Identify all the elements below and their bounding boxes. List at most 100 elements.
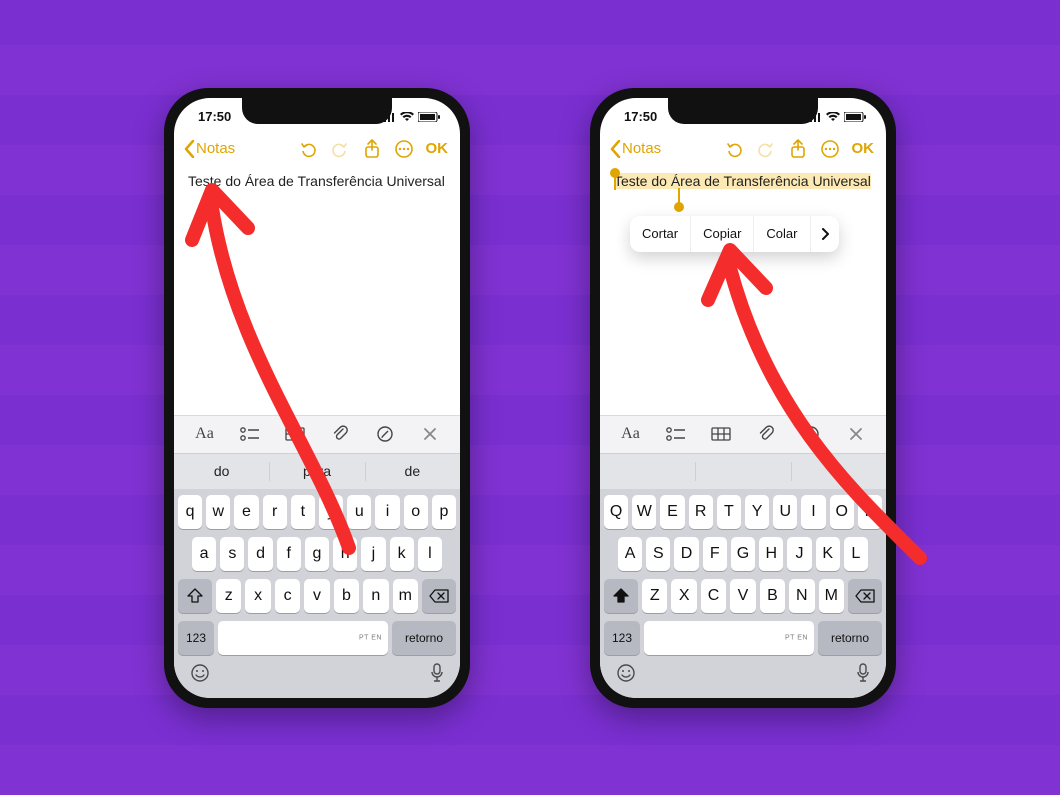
key-t[interactable]: t xyxy=(291,495,315,529)
key-b[interactable]: B xyxy=(760,579,785,613)
more-button[interactable] xyxy=(392,137,416,161)
key-s[interactable]: s xyxy=(220,537,244,571)
menu-more[interactable] xyxy=(811,216,839,253)
key-z[interactable]: z xyxy=(216,579,241,613)
key-l[interactable]: L xyxy=(844,537,868,571)
key-w[interactable]: w xyxy=(206,495,230,529)
key-r[interactable]: r xyxy=(263,495,287,529)
key-o[interactable]: o xyxy=(404,495,428,529)
menu-paste[interactable]: Colar xyxy=(754,216,810,253)
key-o[interactable]: O xyxy=(830,495,854,529)
share-button[interactable] xyxy=(786,137,810,161)
key-a[interactable]: a xyxy=(192,537,216,571)
note-text-selected[interactable]: Teste do Área de Transferência Universal xyxy=(614,173,871,189)
key-d[interactable]: D xyxy=(674,537,698,571)
key-shift[interactable] xyxy=(178,579,212,613)
key-u[interactable]: U xyxy=(773,495,797,529)
key-backspace[interactable] xyxy=(422,579,456,613)
key-v[interactable]: V xyxy=(730,579,755,613)
key-space[interactable]: PT EN xyxy=(218,621,388,655)
back-button[interactable]: Notas xyxy=(610,140,661,158)
key-v[interactable]: v xyxy=(304,579,329,613)
done-button[interactable]: OK xyxy=(424,140,451,157)
menu-copy[interactable]: Copiar xyxy=(691,216,754,253)
key-c[interactable]: C xyxy=(701,579,726,613)
table-button[interactable] xyxy=(704,420,738,448)
key-return[interactable]: retorno xyxy=(392,621,456,655)
attach-button[interactable] xyxy=(323,420,357,448)
menu-cut[interactable]: Cortar xyxy=(630,216,691,253)
emoji-button[interactable] xyxy=(616,663,636,688)
key-s[interactable]: S xyxy=(646,537,670,571)
key-a[interactable]: A xyxy=(618,537,642,571)
note-body[interactable]: Teste do Área de Transferência Universal… xyxy=(600,166,886,415)
key-q[interactable]: q xyxy=(178,495,202,529)
note-body[interactable]: Teste do Área de Transferência Universal xyxy=(174,166,460,415)
text-style-button[interactable]: Aa xyxy=(188,420,222,448)
key-d[interactable]: d xyxy=(248,537,272,571)
key-k[interactable]: K xyxy=(816,537,840,571)
key-r[interactable]: R xyxy=(689,495,713,529)
prediction-3[interactable]: de xyxy=(365,454,460,489)
prediction-3[interactable] xyxy=(791,454,886,489)
undo-button[interactable] xyxy=(296,137,320,161)
attach-button[interactable] xyxy=(749,420,783,448)
key-u[interactable]: u xyxy=(347,495,371,529)
key-123[interactable]: 123 xyxy=(178,621,214,655)
key-return[interactable]: retorno xyxy=(818,621,882,655)
key-z[interactable]: Z xyxy=(642,579,667,613)
key-y[interactable]: Y xyxy=(745,495,769,529)
checklist-button[interactable] xyxy=(659,420,693,448)
key-b[interactable]: b xyxy=(334,579,359,613)
prediction-1[interactable] xyxy=(600,454,695,489)
key-m[interactable]: m xyxy=(393,579,418,613)
key-y[interactable]: y xyxy=(319,495,343,529)
dictation-button[interactable] xyxy=(856,663,870,688)
checklist-button[interactable] xyxy=(233,420,267,448)
close-toolbar-button[interactable] xyxy=(839,420,873,448)
close-toolbar-button[interactable] xyxy=(413,420,447,448)
redo-button[interactable] xyxy=(754,137,778,161)
markup-button[interactable] xyxy=(794,420,828,448)
key-k[interactable]: k xyxy=(390,537,414,571)
markup-button[interactable] xyxy=(368,420,402,448)
key-h[interactable]: h xyxy=(333,537,357,571)
key-shift[interactable] xyxy=(604,579,638,613)
text-style-button[interactable]: Aa xyxy=(614,420,648,448)
dictation-button[interactable] xyxy=(430,663,444,688)
key-n[interactable]: N xyxy=(789,579,814,613)
key-x[interactable]: X xyxy=(671,579,696,613)
share-button[interactable] xyxy=(360,137,384,161)
key-e[interactable]: E xyxy=(660,495,684,529)
prediction-2[interactable]: para xyxy=(269,454,364,489)
emoji-button[interactable] xyxy=(190,663,210,688)
key-f[interactable]: f xyxy=(277,537,301,571)
key-e[interactable]: e xyxy=(234,495,258,529)
table-button[interactable] xyxy=(278,420,312,448)
redo-button[interactable] xyxy=(328,137,352,161)
key-j[interactable]: J xyxy=(787,537,811,571)
key-p[interactable]: P xyxy=(858,495,882,529)
key-backspace[interactable] xyxy=(848,579,882,613)
key-h[interactable]: H xyxy=(759,537,783,571)
key-x[interactable]: x xyxy=(245,579,270,613)
key-i[interactable]: I xyxy=(801,495,825,529)
key-123[interactable]: 123 xyxy=(604,621,640,655)
key-j[interactable]: j xyxy=(361,537,385,571)
key-f[interactable]: F xyxy=(703,537,727,571)
prediction-1[interactable]: do xyxy=(174,454,269,489)
key-n[interactable]: n xyxy=(363,579,388,613)
key-space[interactable]: PT EN xyxy=(644,621,814,655)
undo-button[interactable] xyxy=(722,137,746,161)
key-g[interactable]: G xyxy=(731,537,755,571)
back-button[interactable]: Notas xyxy=(184,140,235,158)
done-button[interactable]: OK xyxy=(850,140,877,157)
key-m[interactable]: M xyxy=(819,579,844,613)
more-button[interactable] xyxy=(818,137,842,161)
prediction-2[interactable] xyxy=(695,454,790,489)
key-l[interactable]: l xyxy=(418,537,442,571)
key-w[interactable]: W xyxy=(632,495,656,529)
key-p[interactable]: p xyxy=(432,495,456,529)
key-g[interactable]: g xyxy=(305,537,329,571)
key-c[interactable]: c xyxy=(275,579,300,613)
